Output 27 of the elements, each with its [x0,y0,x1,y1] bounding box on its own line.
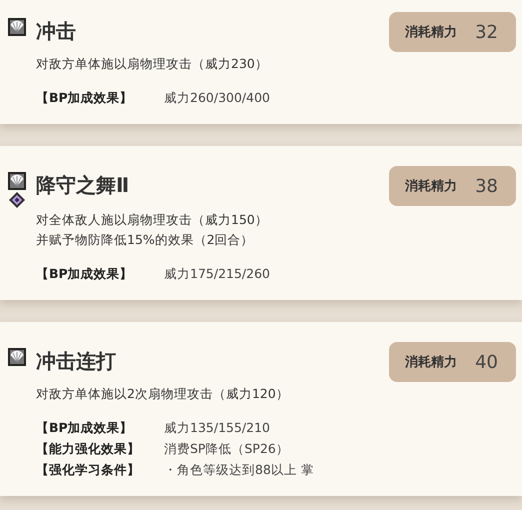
effect-label: 【能力强化效果】 [36,440,141,458]
cost-value: 32 [475,22,498,42]
skill-name: 降守之舞Ⅱ [36,172,130,199]
cost-label: 消耗精力 [405,178,458,195]
effect-label: 【BP加成效果】 [36,265,134,283]
effect-value: 消费SP降低（SP26） [164,440,290,458]
skill-description: 并赋予物防降低15%的效果（2回合） [36,231,255,249]
effect-label: 【BP加成效果】 [36,419,134,437]
cost-label: 消耗精力 [405,354,458,371]
fan-icon [8,18,26,36]
fan-icon [8,348,26,366]
effect-label: 【BP加成效果】 [36,89,134,107]
skill-description: 对敌方单体施以扇物理攻击（威力230） [36,55,269,73]
skill-description: 对全体敌人施以扇物理攻击（威力150） [36,211,269,229]
effect-value: 威力135/155/210 [164,419,271,437]
skill-name: 冲击连打 [36,348,117,375]
effect-value: 威力175/215/260 [164,265,271,283]
cost-value: 40 [475,352,498,372]
cost-value: 38 [475,176,498,196]
effect-label: 【强化学习条件】 [36,461,141,479]
skill-name: 冲击 [36,18,77,45]
effect-value: 威力260/300/400 [164,89,271,107]
diamond-icon [9,192,25,208]
effect-value: ・角色等级达到88以上 掌 [164,461,315,479]
skill-description: 对敌方单体施以2次扇物理攻击（威力120） [36,385,290,403]
cost-label: 消耗精力 [405,24,458,41]
fan-icon [8,172,26,190]
